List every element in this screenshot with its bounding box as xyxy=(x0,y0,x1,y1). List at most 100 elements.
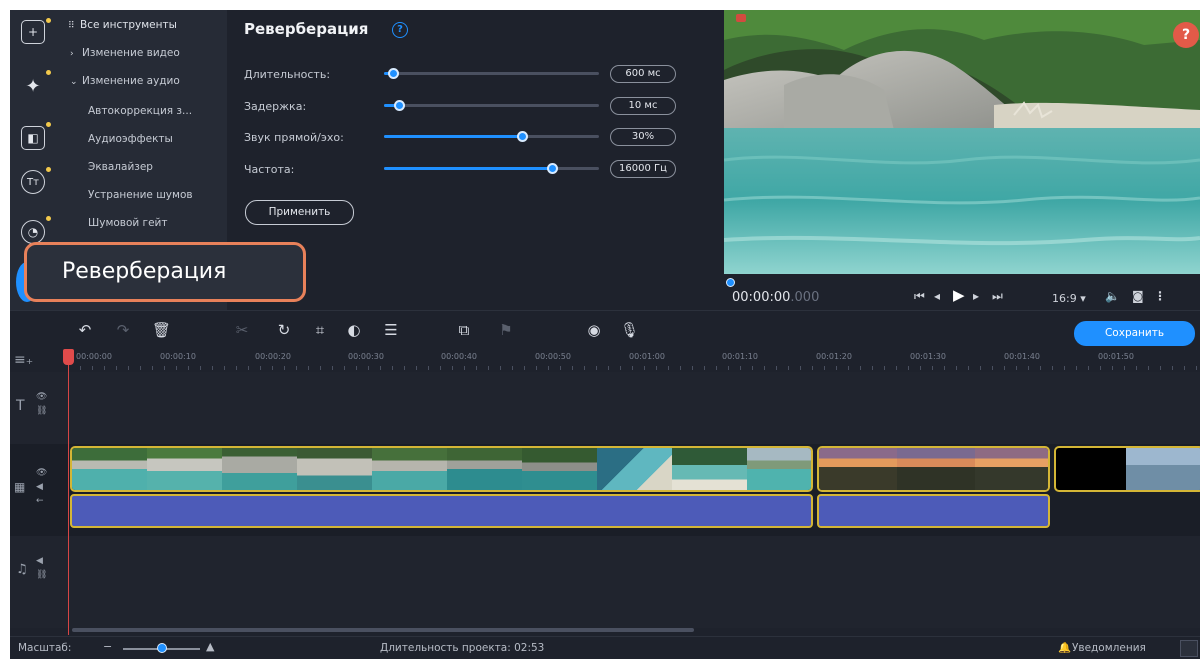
slider-knob[interactable] xyxy=(387,68,399,79)
marker-flag-icon[interactable]: ⚑ xyxy=(497,321,515,339)
delay-value[interactable]: 10 мс xyxy=(610,97,676,115)
video-preview: ? xyxy=(724,10,1200,274)
crop-icon[interactable]: ⌗ xyxy=(311,321,329,339)
horizontal-scrollbar[interactable] xyxy=(72,628,694,632)
mute-icon[interactable]: ◀ xyxy=(36,482,43,492)
zoom-in-icon[interactable]: ▲ xyxy=(206,640,214,653)
volume-icon[interactable]: 🔈 xyxy=(1105,289,1120,303)
clip-thumbnail xyxy=(597,448,672,490)
clip-thumbnail xyxy=(297,448,372,490)
title-track[interactable] xyxy=(10,372,1200,444)
param-label-duration: Длительность: xyxy=(244,68,331,81)
dry-wet-value[interactable]: 30% xyxy=(610,128,676,146)
clip-properties-icon[interactable]: ☰ xyxy=(382,321,400,339)
visibility-icon[interactable]: 👁 xyxy=(36,468,47,478)
zoom-slider-knob[interactable] xyxy=(157,643,167,653)
seek-knob[interactable] xyxy=(726,278,735,287)
app-window: + ✦ ◧ Tт ◔ ⠿ Все инструменты › Изменение в… xyxy=(10,10,1200,659)
apply-button[interactable]: Применить xyxy=(245,200,354,225)
link-arrow-icon[interactable]: ← xyxy=(36,496,44,506)
snapshot-icon[interactable]: ◙ xyxy=(1132,289,1144,303)
slider-fill xyxy=(384,167,552,170)
notification-dot xyxy=(46,167,51,172)
audio-clip-main[interactable] xyxy=(70,494,813,528)
slider-knob[interactable] xyxy=(546,163,558,174)
voice-record-icon[interactable]: 🎙 xyxy=(620,321,639,339)
help-icon[interactable]: ? xyxy=(392,22,408,38)
dry-wet-slider[interactable] xyxy=(384,131,599,142)
notification-dot xyxy=(46,18,51,23)
frequency-value[interactable]: 16000 Гц xyxy=(610,160,676,178)
rotate-icon[interactable]: ↻ xyxy=(275,321,293,339)
zoom-out-icon[interactable]: − xyxy=(103,640,112,653)
duration-slider[interactable] xyxy=(384,68,599,79)
ruler-ticks xyxy=(68,366,1200,370)
beach-scene-image xyxy=(724,10,1200,274)
tick-label: 00:01:30 xyxy=(910,352,946,361)
undo-icon[interactable]: ↶ xyxy=(76,321,94,339)
play-icon[interactable]: ▶ xyxy=(953,286,965,304)
timeline-ruler[interactable]: 00:00:00 00:00:10 00:00:20 00:00:30 00:0… xyxy=(10,348,1200,372)
video-clip-beach[interactable] xyxy=(70,446,813,492)
video-clip-third[interactable] xyxy=(1054,446,1200,492)
clip-thumbnail xyxy=(522,448,597,490)
transitions-icon[interactable]: ◧ xyxy=(21,126,45,150)
clip-thumbnail xyxy=(747,448,811,490)
color-adjust-icon[interactable]: ◐ xyxy=(345,321,363,339)
add-track-icon[interactable]: ≡₊ xyxy=(14,352,33,368)
delay-slider[interactable] xyxy=(384,100,599,111)
overlay-icon[interactable]: ⧉ xyxy=(455,321,473,339)
skip-to-start-icon[interactable]: ⏮ xyxy=(914,289,925,304)
timeline-toolbar: ↶ ↷ 🗑 ✂ ↻ ⌗ ◐ ☰ ⧉ ⚑ ◉ 🎙 Сохранить xyxy=(10,310,1200,348)
redo-icon[interactable]: ↷ xyxy=(114,321,132,339)
panel-toggle[interactable] xyxy=(1180,640,1198,657)
duration-value[interactable]: 600 мс xyxy=(610,65,676,83)
aspect-ratio-select[interactable]: 16:9 ▾ xyxy=(1052,292,1086,305)
magic-wand-icon[interactable]: ✦ xyxy=(21,74,45,98)
link-icon[interactable]: ⛓ xyxy=(36,570,47,580)
webcam-record-icon[interactable]: ◉ xyxy=(585,321,603,339)
param-label-delay: Задержка: xyxy=(244,100,307,113)
titles-icon[interactable]: Tт xyxy=(21,170,45,194)
visibility-icon[interactable]: 👁 xyxy=(36,392,47,402)
notification-dot xyxy=(46,216,51,221)
music-track[interactable] xyxy=(10,536,1200,628)
record-indicator xyxy=(736,14,746,22)
tool-item-noise-removal[interactable]: Устранение шумов xyxy=(88,184,193,206)
cut-icon[interactable]: ✂ xyxy=(233,321,251,339)
clip-thumbnail xyxy=(1126,448,1200,490)
delete-icon[interactable]: 🗑 xyxy=(152,321,171,339)
tool-item-noise-gate[interactable]: Шумовой гейт xyxy=(88,212,167,234)
chevron-down-icon: ⌄ xyxy=(70,77,78,87)
next-frame-icon[interactable]: ▸ xyxy=(973,289,979,303)
notifications-link[interactable]: Уведомления xyxy=(1072,642,1146,654)
more-options-icon[interactable]: ⋮ xyxy=(1154,289,1166,303)
audio-clip-second[interactable] xyxy=(817,494,1050,528)
tool-item-audio-effects[interactable]: Аудиоэффекты xyxy=(88,128,173,150)
all-tools-link[interactable]: ⠿ Все инструменты xyxy=(68,14,177,36)
video-clip-sunset[interactable] xyxy=(817,446,1050,492)
link-icon[interactable]: ⛓ xyxy=(36,406,47,416)
previous-frame-icon[interactable]: ◂ xyxy=(934,289,940,303)
slider-knob[interactable] xyxy=(394,100,406,111)
stickers-icon[interactable]: ◔ xyxy=(21,220,45,244)
category-audio[interactable]: ⌄ Изменение аудио xyxy=(70,70,180,92)
clip-thumbnail xyxy=(672,448,747,490)
slider-knob[interactable] xyxy=(516,131,528,142)
save-button[interactable]: Сохранить xyxy=(1074,321,1195,346)
playhead-handle[interactable] xyxy=(63,349,74,365)
clip-thumbnail xyxy=(897,448,975,490)
music-track-icon: ♫ xyxy=(16,562,28,577)
volume-icon[interactable]: ◀ xyxy=(36,556,43,566)
tool-item-equalizer[interactable]: Эквалайзер xyxy=(88,156,153,178)
category-video[interactable]: › Изменение видео xyxy=(70,42,180,64)
tool-item-autocorrection[interactable]: Автокоррекция з... xyxy=(88,100,192,122)
import-icon[interactable]: + xyxy=(21,20,45,44)
tick-label: 00:01:10 xyxy=(722,352,758,361)
help-button[interactable]: ? xyxy=(1173,22,1199,48)
reverb-callout[interactable]: Реверберация xyxy=(24,242,306,302)
notification-dot xyxy=(46,122,51,127)
frequency-slider[interactable] xyxy=(384,163,599,174)
skip-to-end-icon[interactable]: ⏭ xyxy=(992,289,1003,304)
tick-label: 00:00:30 xyxy=(348,352,384,361)
